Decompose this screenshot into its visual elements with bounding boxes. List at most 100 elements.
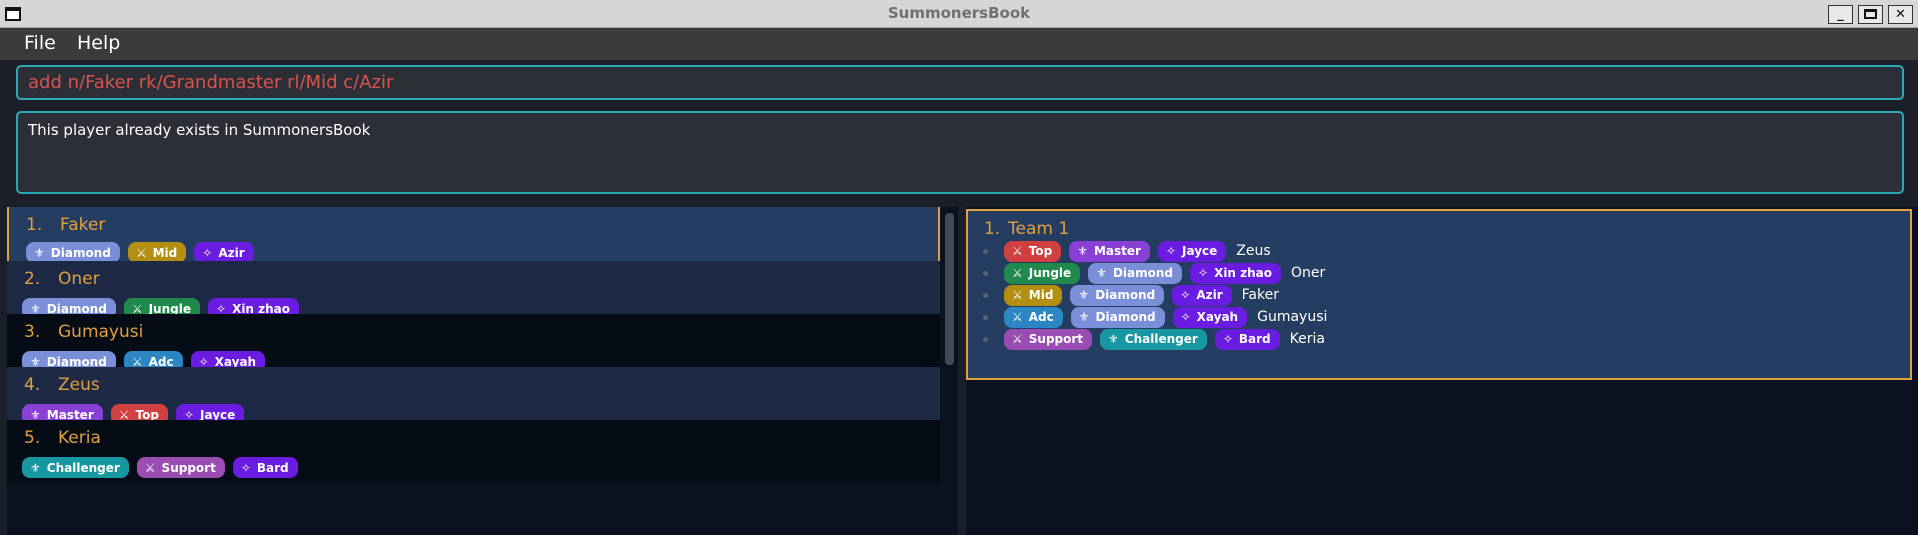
menu-bar: File Help — [0, 28, 1918, 60]
close-button[interactable]: ✕ — [1888, 5, 1913, 24]
player-name: Gumayusi — [58, 322, 144, 342]
command-box[interactable] — [16, 65, 1904, 100]
player-card[interactable]: 1. Faker ⚜ Diamond ⚔ Mid ✧ Azir — [7, 207, 940, 269]
team-card[interactable]: 1. Team 1 ⚔ Top ⚜ Master ✧ Jayce Zeus ⚔ Jungle ⚜ Dia… — [966, 209, 1912, 380]
maximize-icon — [1864, 9, 1877, 19]
player-name-row: 3. Gumayusi — [24, 322, 143, 342]
team-index: 1. — [984, 219, 1001, 239]
role-label: Mid — [152, 245, 178, 260]
role-tag: ⚔ Mid — [1004, 284, 1063, 306]
champion-tag: ✧ Xin zhao — [1190, 262, 1282, 284]
panel-divider[interactable] — [958, 207, 966, 535]
scrollbar-thumb[interactable] — [945, 213, 954, 365]
rank-tag: ⚜ Master — [1069, 240, 1150, 262]
player-name-row: 4. Zeus — [24, 375, 100, 395]
role-label: Support — [1028, 332, 1084, 346]
champion-label: Azir — [1196, 288, 1223, 302]
rank-label: Challenger — [46, 460, 120, 475]
player-name-row: 1. Faker — [26, 215, 105, 235]
champion-label: Xayah — [1196, 310, 1239, 324]
player-name: Faker — [60, 215, 106, 235]
champion-icon: ✧ — [240, 460, 251, 475]
player-tags: ⚜ Diamond ⚔ Mid ✧ Azir — [26, 242, 254, 263]
role-tag: ⚔ Support — [136, 457, 225, 478]
role-tag: ⚔ Mid — [127, 242, 187, 263]
role-icon: ⚔ — [1012, 244, 1023, 258]
team-member-row: ⚔ Mid ⚜ Diamond ✧ Azir Faker — [983, 283, 1279, 307]
champion-icon: ✧ — [202, 245, 213, 260]
champion-icon: ✧ — [1222, 332, 1233, 346]
rank-tag: ⚜ Diamond — [1088, 262, 1182, 284]
maximize-button[interactable] — [1858, 5, 1883, 24]
role-label: Support — [161, 460, 216, 475]
champion-tag: ✧ Azir — [1172, 284, 1232, 306]
team-member-row: ⚔ Jungle ⚜ Diamond ✧ Xin zhao Oner — [983, 261, 1325, 285]
member-name: Faker — [1241, 287, 1279, 303]
player-name-row: 2. Oner — [24, 269, 100, 289]
rank-tag: ⚜ Diamond — [1070, 306, 1165, 328]
command-input[interactable] — [18, 67, 1902, 98]
bullet-icon — [983, 248, 988, 254]
champion-tag: ✧ Bard — [1214, 328, 1280, 350]
role-icon: ⚔ — [1012, 288, 1023, 302]
champion-label: Xin zhao — [1214, 266, 1273, 280]
rank-icon: ⚜ — [1108, 332, 1119, 346]
rank-label: Diamond — [1095, 288, 1156, 302]
team-member-row: ⚔ Top ⚜ Master ✧ Jayce Zeus — [983, 239, 1271, 263]
role-tag: ⚔ Adc — [1004, 306, 1063, 328]
player-index: 2. — [24, 269, 41, 289]
role-label: Adc — [1028, 310, 1054, 324]
player-name-row: 5. Keria — [24, 428, 101, 448]
bullet-icon — [983, 270, 988, 276]
role-icon: ⚔ — [1012, 310, 1023, 324]
rank-label: Challenger — [1124, 332, 1198, 346]
role-label: Top — [1028, 244, 1053, 258]
player-list[interactable]: 1. Faker ⚜ Diamond ⚔ Mid ✧ Azir 2. Oner ⚜ Diamond ⚔ J… — [7, 207, 940, 535]
rank-icon: ⚜ — [1078, 310, 1090, 324]
champion-tag: ✧ Bard — [232, 457, 298, 478]
champion-label: Bard — [1238, 332, 1271, 346]
role-tag: ⚔ Top — [1004, 240, 1062, 262]
bullet-icon — [983, 314, 988, 320]
champion-tag: ✧ Azir — [194, 242, 254, 263]
rank-label: Diamond — [1095, 310, 1156, 324]
menu-file[interactable]: File — [24, 32, 56, 54]
team-name: Team 1 — [1008, 219, 1070, 239]
player-name: Zeus — [58, 375, 100, 395]
member-name: Gumayusi — [1257, 309, 1328, 325]
player-index: 1. — [26, 215, 43, 235]
rank-icon: ⚜ — [34, 245, 45, 260]
champion-tag: ✧ Xayah — [1172, 306, 1248, 328]
role-label: Jungle — [1028, 266, 1072, 280]
rank-label: Diamond — [50, 245, 111, 260]
rank-icon: ⚜ — [1077, 244, 1088, 258]
menu-help[interactable]: Help — [77, 32, 120, 54]
player-card[interactable]: 5. Keria ⚜ Challenger ⚔ Support ✧ Bard — [7, 420, 940, 484]
team-title: 1. Team 1 — [984, 219, 1069, 239]
champion-label: Bard — [256, 460, 289, 475]
rank-icon: ⚜ — [1096, 266, 1107, 280]
champion-label: Jayce — [1182, 244, 1218, 258]
player-index: 4. — [24, 375, 41, 395]
champion-tag: ✧ Jayce — [1157, 240, 1227, 262]
rank-label: Master — [1093, 244, 1141, 258]
player-list-scrollbar[interactable] — [940, 207, 958, 535]
role-label: Mid — [1028, 288, 1054, 302]
player-name: Keria — [58, 428, 101, 448]
champion-icon: ✧ — [1165, 244, 1177, 258]
result-display: This player already exists in SummonersB… — [16, 111, 1904, 194]
member-name: Zeus — [1236, 243, 1271, 259]
champion-icon: ✧ — [1198, 266, 1209, 280]
player-tags: ⚜ Challenger ⚔ Support ✧ Bard — [22, 457, 298, 478]
bullet-icon — [983, 336, 988, 342]
rank-icon: ⚜ — [30, 460, 41, 475]
title-bar: SummonersBook _ ✕ — [0, 0, 1918, 28]
team-member-row: ⚔ Adc ⚜ Diamond ✧ Xayah Gumayusi — [983, 305, 1327, 329]
role-icon: ⚔ — [1012, 332, 1023, 346]
player-name: Oner — [58, 269, 100, 289]
minimize-button[interactable]: _ — [1828, 5, 1853, 24]
role-tag: ⚔ Jungle — [1004, 262, 1081, 284]
rank-icon: ⚜ — [1078, 288, 1090, 302]
rank-tag: ⚜ Diamond — [26, 242, 120, 263]
team-list[interactable]: 1. Team 1 ⚔ Top ⚜ Master ✧ Jayce Zeus ⚔ Jungle ⚜ Dia… — [966, 207, 1918, 535]
